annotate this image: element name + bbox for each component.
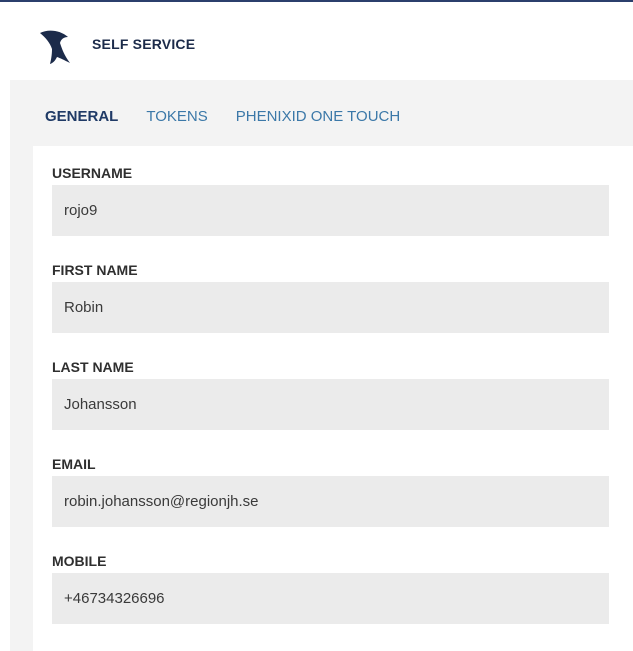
mobile-label: MOBILE <box>52 553 107 569</box>
tab-bar: GENERAL TOKENS PHENIXID ONE TOUCH <box>45 108 400 130</box>
last-name-label: LAST NAME <box>52 359 134 375</box>
tab-general[interactable]: GENERAL <box>45 108 118 130</box>
tab-phenixid-one-touch[interactable]: PHENIXID ONE TOUCH <box>236 108 400 130</box>
app-title: SELF SERVICE <box>92 36 196 52</box>
tab-tokens[interactable]: TOKENS <box>146 108 207 130</box>
mobile-field[interactable]: +46734326696 <box>52 573 609 624</box>
username-label: USERNAME <box>52 165 133 181</box>
first-name-label: FIRST NAME <box>52 262 138 278</box>
last-name-field[interactable]: Johansson <box>52 379 609 430</box>
username-field[interactable]: rojo9 <box>52 185 609 236</box>
bird-logo-icon <box>40 30 70 64</box>
email-label: EMAIL <box>52 456 96 472</box>
app-header: SELF SERVICE <box>0 2 633 80</box>
email-field[interactable]: robin.johansson@regionjh.se <box>52 476 609 527</box>
first-name-field[interactable]: Robin <box>52 282 609 333</box>
